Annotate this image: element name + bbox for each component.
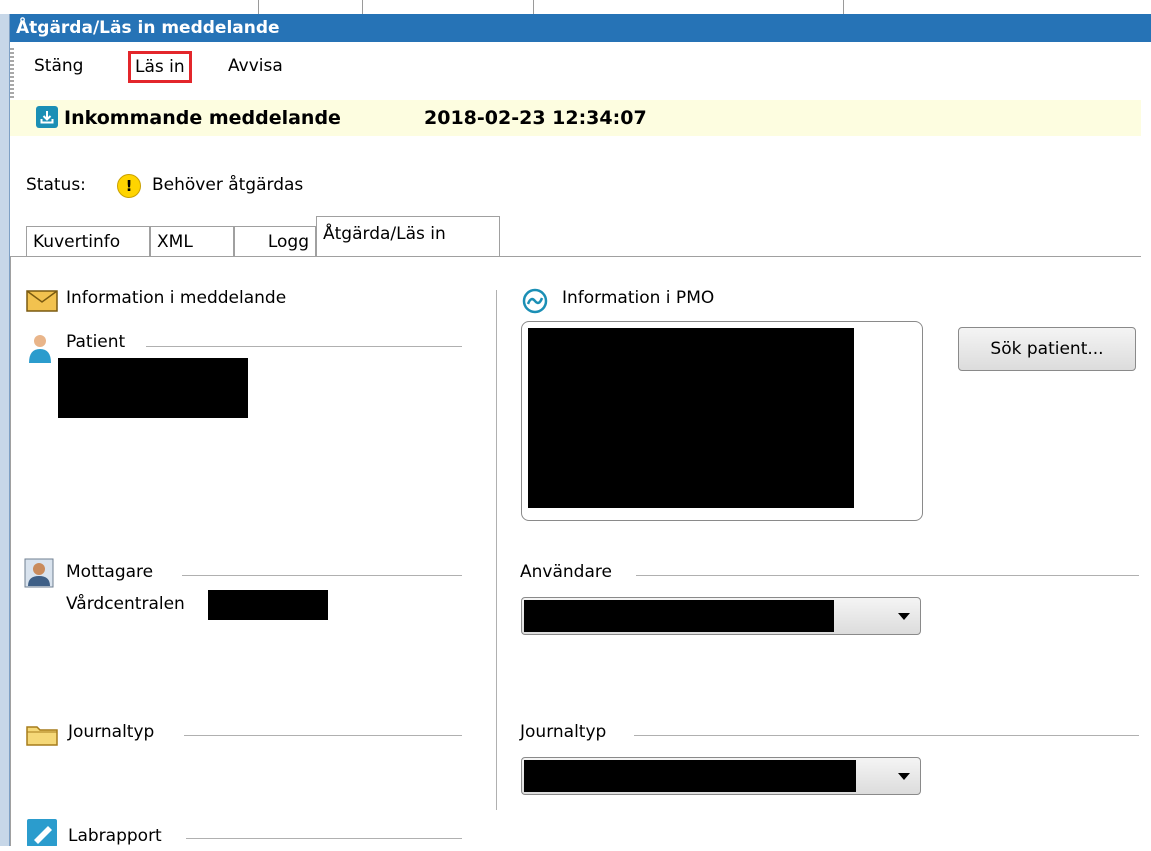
journal-group-line-right xyxy=(634,735,1139,736)
recipient-redacted xyxy=(208,590,328,620)
user-select-redacted xyxy=(524,600,834,632)
patient-redacted xyxy=(58,358,248,418)
pmo-info-heading: Information i PMO xyxy=(562,288,715,308)
toolbar: Stäng Läs in Avvisa xyxy=(10,42,1151,108)
tab-kuvertinfo[interactable]: Kuvertinfo xyxy=(26,226,150,256)
user-label: Användare xyxy=(520,562,612,582)
journal-type-select[interactable] xyxy=(521,757,921,795)
journal-group-line-left xyxy=(184,735,462,736)
pmo-icon xyxy=(522,288,548,319)
user-select[interactable] xyxy=(521,597,921,635)
toolbar-grip[interactable] xyxy=(10,48,14,108)
journal-select-redacted xyxy=(524,760,856,792)
title-bar: Åtgärda/Läs in meddelande xyxy=(10,14,1151,42)
banner-title: Inkommande meddelande xyxy=(64,107,341,129)
read-in-button[interactable]: Läs in xyxy=(128,51,192,83)
lab-report-icon xyxy=(26,818,58,851)
download-icon xyxy=(36,106,58,128)
recipient-value: Vårdcentralen xyxy=(66,594,185,614)
banner-timestamp: 2018-02-23 12:34:07 xyxy=(424,107,647,129)
chevron-down-icon xyxy=(898,613,910,620)
tab-atgarda-las-in[interactable]: Åtgärda/Läs in xyxy=(316,216,500,257)
tab-xml[interactable]: XML xyxy=(150,226,234,256)
lab-group-line xyxy=(186,838,462,839)
patient-icon xyxy=(28,334,52,369)
window-left-border xyxy=(0,14,10,846)
folder-icon xyxy=(26,722,58,751)
chevron-down-icon xyxy=(898,773,910,780)
journal-type-label-left: Journaltyp xyxy=(68,722,155,742)
tab-logg[interactable]: Logg xyxy=(234,226,316,256)
pmo-redacted xyxy=(528,328,854,508)
close-button[interactable]: Stäng xyxy=(30,50,87,82)
message-info-heading: Information i meddelande xyxy=(66,288,287,308)
reject-button[interactable]: Avvisa xyxy=(224,50,287,82)
search-patient-button[interactable]: Sök patient... xyxy=(958,327,1136,371)
lab-report-label: Labrapport xyxy=(68,826,162,846)
message-banner: Inkommande meddelande 2018-02-23 12:34:0… xyxy=(10,100,1141,136)
envelope-icon xyxy=(26,290,58,317)
recipient-label: Mottagare xyxy=(66,562,154,582)
recipient-icon xyxy=(24,558,54,593)
status-value: Behöver åtgärdas xyxy=(152,175,304,195)
patient-label: Patient xyxy=(66,332,126,352)
column-divider xyxy=(496,290,497,810)
warning-icon: ! xyxy=(117,174,141,198)
pmo-info-box xyxy=(521,321,923,521)
journal-type-label-right: Journaltyp xyxy=(520,722,607,742)
top-strip xyxy=(0,0,1151,14)
tab-bar: Kuvertinfo XML Logg Åtgärda/Läs in xyxy=(26,216,1141,257)
status-label: Status: xyxy=(26,175,86,195)
recipient-group-line xyxy=(182,575,462,576)
window-title: Åtgärda/Läs in meddelande xyxy=(16,18,280,38)
user-group-line xyxy=(636,575,1139,576)
patient-group-line xyxy=(146,346,462,347)
